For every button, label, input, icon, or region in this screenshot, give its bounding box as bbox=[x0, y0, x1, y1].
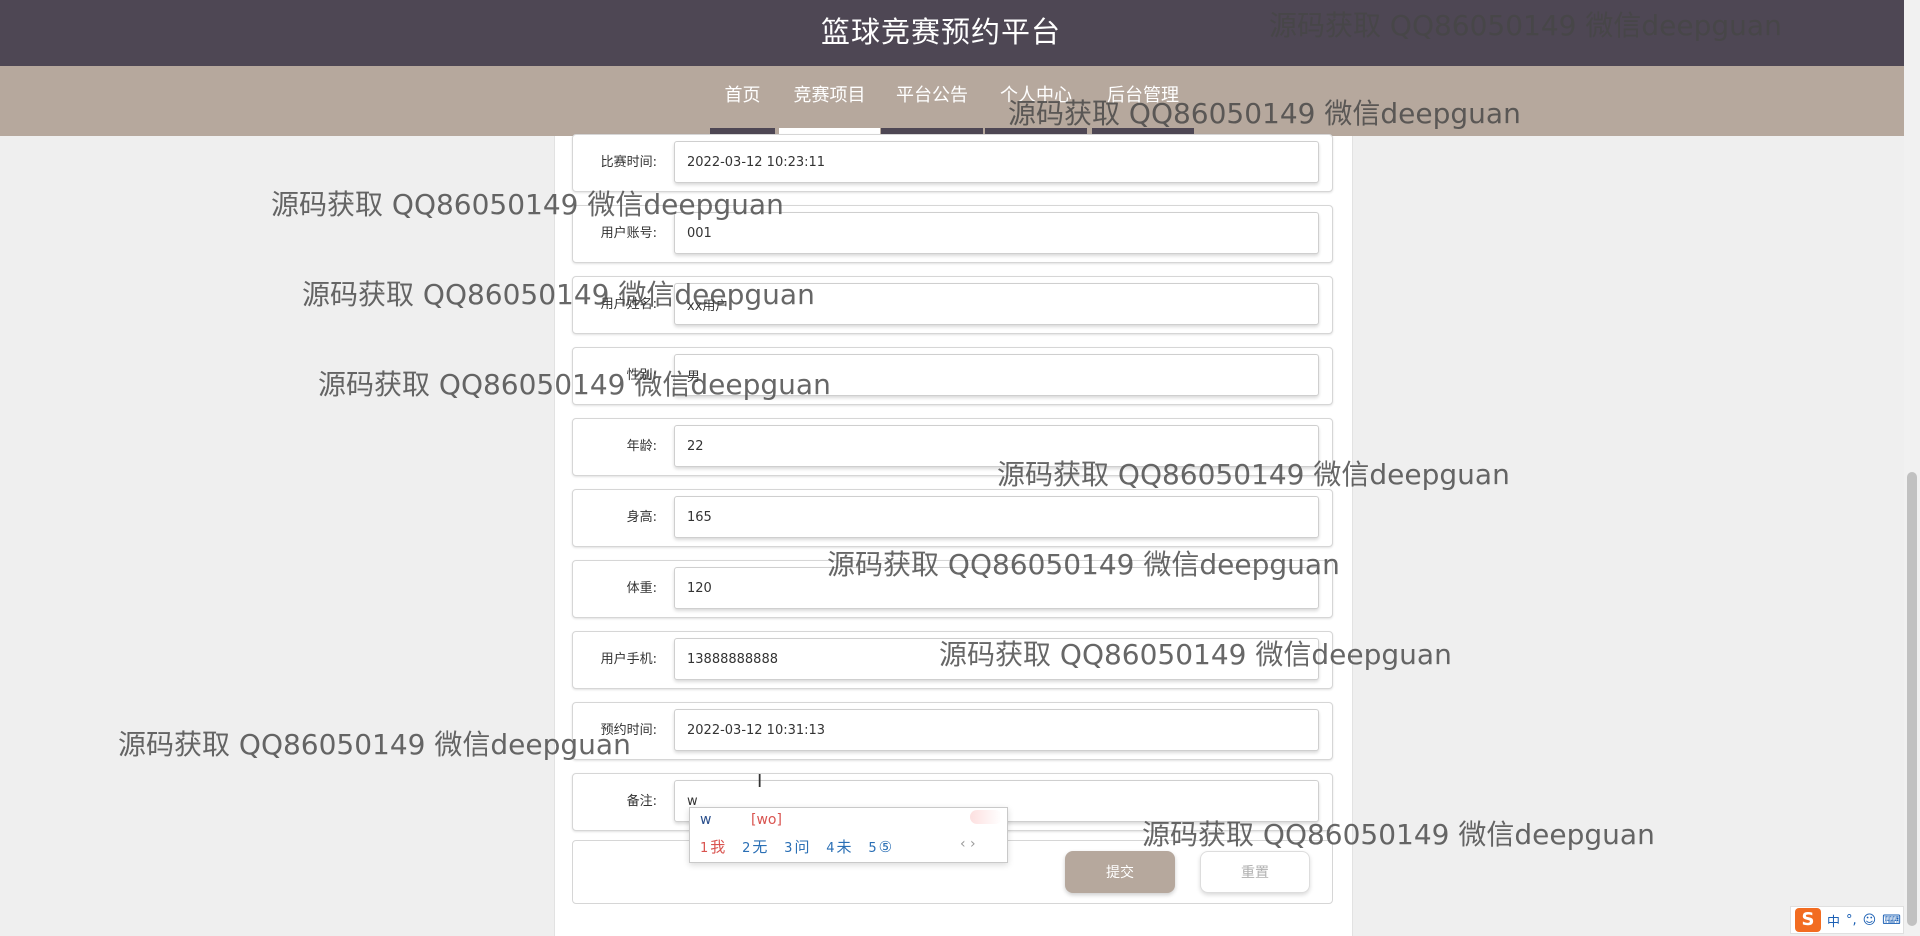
emoji-icon[interactable]: ☺ bbox=[1863, 913, 1877, 928]
field-label: 体重: bbox=[626, 581, 657, 596]
watermark-text: 源码获取 QQ86050149 微信deepguan bbox=[1008, 97, 1521, 130]
ime-skin-decoration bbox=[970, 810, 1002, 824]
ime-candidate-window: w [wo] 1我 2无 3问 4未 5⑤ ‹ › bbox=[689, 807, 1008, 863]
nav-announcements-label: 平台公告 bbox=[896, 85, 968, 106]
match-time-field[interactable] bbox=[674, 141, 1319, 183]
scrollbar-thumb[interactable] bbox=[1907, 472, 1917, 926]
nav-announcements[interactable]: 平台公告 bbox=[881, 66, 983, 136]
ime-lang-toggle[interactable]: 中 bbox=[1827, 911, 1840, 930]
height-field[interactable] bbox=[674, 496, 1319, 538]
field-label: 身高: bbox=[626, 510, 657, 525]
watermark-text: 源码获取 QQ86050149 微信deepguan bbox=[271, 188, 784, 221]
main-nav: 首页 竞赛项目 平台公告 个人中心 后台管理 bbox=[0, 66, 1904, 136]
form-row-booking-time: 预约时间: bbox=[572, 702, 1333, 760]
watermark-text: 源码获取 QQ86050149 微信deepguan bbox=[318, 368, 831, 401]
ime-composition: w bbox=[700, 812, 712, 828]
watermark-text: 源码获取 QQ86050149 微信deepguan bbox=[1269, 9, 1782, 42]
ime-candidate[interactable]: 1我 bbox=[700, 836, 725, 857]
watermark-text: 源码获取 QQ86050149 微信deepguan bbox=[302, 278, 815, 311]
ime-pinyin: [wo] bbox=[751, 812, 782, 828]
booking-time-field[interactable] bbox=[674, 709, 1319, 751]
nav-competitions-label: 竞赛项目 bbox=[793, 85, 866, 106]
ime-candidate[interactable]: 2无 bbox=[742, 836, 767, 857]
ime-candidates: 1我 2无 3问 4未 5⑤ bbox=[700, 836, 904, 857]
submit-button[interactable]: 提交 bbox=[1065, 851, 1175, 893]
field-label: 用户手机: bbox=[600, 652, 657, 667]
ime-candidate[interactable]: 3问 bbox=[784, 836, 809, 857]
reset-button[interactable]: 重置 bbox=[1200, 851, 1310, 893]
page-scrollbar[interactable] bbox=[1904, 0, 1920, 936]
text-cursor-icon: I bbox=[757, 771, 763, 792]
ime-status-bar[interactable]: S 中 °, ☺ ⌨ bbox=[1790, 906, 1904, 934]
watermark-text: 源码获取 QQ86050149 微信deepguan bbox=[118, 728, 631, 761]
keyboard-icon[interactable]: ⌨ bbox=[1882, 913, 1901, 928]
watermark-text: 源码获取 QQ86050149 微信deepguan bbox=[939, 638, 1452, 671]
field-label: 年龄: bbox=[626, 439, 657, 454]
nav-home[interactable]: 首页 bbox=[710, 66, 775, 136]
watermark-text: 源码获取 QQ86050149 微信deepguan bbox=[997, 458, 1510, 491]
watermark-text: 源码获取 QQ86050149 微信deepguan bbox=[1142, 818, 1655, 851]
ime-candidate[interactable]: 5⑤ bbox=[868, 838, 892, 856]
ime-page-arrows-icon[interactable]: ‹ › bbox=[960, 836, 976, 852]
ime-punct-toggle-icon[interactable]: °, bbox=[1846, 913, 1857, 928]
field-label: 备注: bbox=[626, 794, 657, 809]
form-row-height: 身高: bbox=[572, 489, 1333, 547]
nav-competitions[interactable]: 竞赛项目 bbox=[779, 66, 880, 136]
watermark-text: 源码获取 QQ86050149 微信deepguan bbox=[827, 548, 1340, 581]
sogou-logo-icon[interactable]: S bbox=[1795, 908, 1821, 932]
nav-home-label: 首页 bbox=[724, 85, 761, 106]
ime-candidate[interactable]: 4未 bbox=[826, 836, 851, 857]
